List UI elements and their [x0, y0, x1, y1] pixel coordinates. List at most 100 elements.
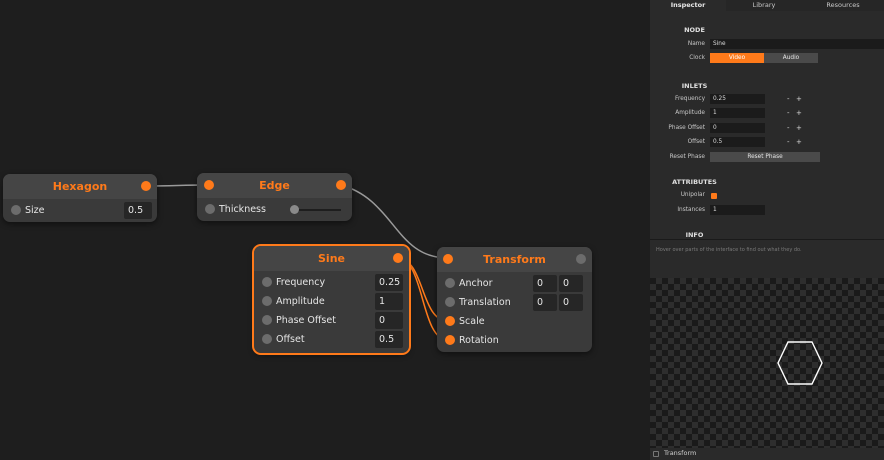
inlet-row: Translation 0 0 — [437, 293, 592, 312]
increment-button[interactable]: + — [796, 94, 802, 104]
inlet-port[interactable] — [445, 335, 455, 345]
increment-button[interactable]: + — [796, 137, 802, 147]
inlet-label: Rotation — [459, 335, 499, 346]
node-header[interactable]: Sine — [254, 246, 409, 271]
node-edge[interactable]: Edge Thickness — [197, 173, 352, 221]
node-title: Transform — [483, 253, 546, 266]
node-title: Edge — [259, 179, 290, 192]
inlet-label: Phase Offset — [276, 315, 336, 326]
input-port[interactable] — [443, 254, 453, 264]
clock-audio-button[interactable]: Audio — [764, 53, 818, 63]
increment-button[interactable]: + — [796, 123, 802, 133]
node-header[interactable]: Transform — [437, 247, 592, 272]
node-canvas[interactable]: Hexagon Size 0.5 Edge Thickness Sine Fre… — [0, 0, 650, 460]
output-port[interactable] — [336, 180, 346, 190]
name-label: Name — [687, 41, 705, 47]
value-field-y[interactable]: 0 — [559, 275, 583, 292]
inlet-row: Scale — [437, 312, 592, 331]
decrement-button[interactable]: - — [787, 108, 790, 118]
reset-phase-button[interactable]: Reset Phase — [710, 152, 820, 162]
inlet-row: Rotation — [437, 331, 592, 350]
decrement-button[interactable]: - — [787, 94, 790, 104]
name-field[interactable]: Sine — [710, 39, 884, 49]
tab-inspector[interactable]: Inspector — [650, 0, 726, 11]
clock-video-button[interactable]: Video — [710, 53, 764, 63]
inlet-label: Size — [25, 205, 45, 216]
inlet-port[interactable] — [11, 205, 21, 215]
inlet-value-field[interactable]: 0.5 — [710, 137, 765, 147]
unipolar-label: Unipolar — [680, 192, 705, 198]
inlet-port[interactable] — [262, 315, 272, 325]
inlet-port[interactable] — [262, 277, 272, 287]
node-header[interactable]: Hexagon — [3, 174, 157, 199]
unipolar-checkbox[interactable] — [711, 193, 717, 199]
inlet-port[interactable] — [262, 296, 272, 306]
inlet-label: Offset — [276, 334, 305, 345]
value-field-x[interactable]: 0 — [533, 275, 557, 292]
inlet-label: Frequency — [675, 96, 705, 102]
output-port[interactable] — [141, 181, 151, 191]
inlet-row: Phase Offset 0 — [254, 311, 409, 330]
inlet-row: Amplitude 1 — [254, 292, 409, 311]
instances-field[interactable]: 1 — [710, 205, 765, 215]
inlet-value-field[interactable]: 1 — [710, 108, 765, 118]
inlet-label: Amplitude — [276, 296, 325, 307]
tab-library[interactable]: Library — [726, 0, 802, 11]
value-field[interactable]: 1 — [375, 293, 403, 310]
thickness-slider-track[interactable] — [293, 209, 341, 211]
node-transform[interactable]: Transform Anchor 0 0 Translation 0 0 Sca… — [437, 247, 592, 352]
value-field[interactable]: 0.5 — [124, 202, 152, 219]
section-heading-node: NODE — [684, 26, 705, 34]
inlet-row: Frequency 0.25 — [254, 273, 409, 292]
output-port[interactable] — [576, 254, 586, 264]
preview-viewport[interactable] — [650, 278, 884, 448]
node-title: Hexagon — [52, 180, 108, 193]
inlet-label: Translation — [459, 297, 511, 308]
inlet-port[interactable] — [262, 334, 272, 344]
side-panel: Inspector Library Resources NODE Name Si… — [650, 0, 884, 460]
inlet-label: Amplitude — [675, 110, 705, 116]
status-text: Transform — [664, 449, 697, 457]
input-port[interactable] — [204, 180, 214, 190]
panel-tabs: Inspector Library Resources — [650, 0, 884, 11]
inlet-label: Thickness — [219, 204, 266, 215]
decrement-button[interactable]: - — [787, 123, 790, 133]
node-header[interactable]: Edge — [197, 173, 352, 198]
inlet-port[interactable] — [445, 297, 455, 307]
inlet-port[interactable] — [445, 278, 455, 288]
instances-label: Instances — [677, 207, 705, 213]
hexagon-shape — [777, 341, 823, 385]
inlet-value-field[interactable]: 0 — [710, 123, 765, 133]
inlet-label: Scale — [459, 316, 485, 327]
value-field-y[interactable]: 0 — [559, 294, 583, 311]
inlet-port[interactable] — [205, 204, 215, 214]
output-port[interactable] — [393, 253, 403, 263]
increment-button[interactable]: + — [796, 108, 802, 118]
node-icon — [653, 451, 659, 457]
info-text: Hover over parts of the interface to fin… — [656, 247, 802, 253]
inlet-label: Offset — [687, 139, 705, 145]
clock-label: Clock — [689, 55, 705, 61]
connection-wires — [145, 184, 449, 341]
thickness-slider-handle[interactable] — [290, 205, 299, 214]
section-heading-inlets: INLETS — [681, 82, 708, 90]
section-heading-attributes: ATTRIBUTES — [672, 178, 717, 186]
value-field[interactable]: 0.25 — [375, 274, 403, 291]
info-divider — [650, 239, 884, 240]
value-field[interactable]: 0.5 — [375, 331, 403, 348]
node-hexagon[interactable]: Hexagon Size 0.5 — [3, 174, 157, 222]
inlet-label: Anchor — [459, 278, 493, 289]
inlet-value-field[interactable]: 0.25 — [710, 94, 765, 104]
node-sine[interactable]: Sine Frequency 0.25 Amplitude 1 Phase Of… — [252, 244, 411, 355]
inlet-row: Anchor 0 0 — [437, 274, 592, 293]
tab-resources[interactable]: Resources — [802, 0, 884, 11]
section-heading-info: INFO — [685, 231, 704, 239]
inlet-port[interactable] — [445, 316, 455, 326]
decrement-button[interactable]: - — [787, 137, 790, 147]
inlet-label: Phase Offset — [668, 125, 705, 131]
node-title: Sine — [318, 252, 345, 265]
status-bar: Transform — [650, 448, 884, 460]
value-field[interactable]: 0 — [375, 312, 403, 329]
value-field-x[interactable]: 0 — [533, 294, 557, 311]
inlet-row: Thickness — [197, 200, 352, 219]
